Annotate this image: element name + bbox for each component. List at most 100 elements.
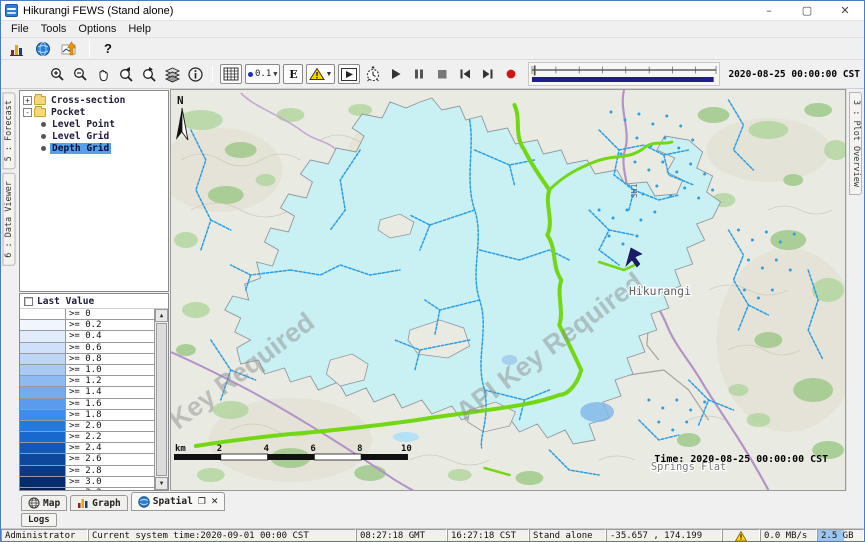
legend-row[interactable]: >= 2.2 xyxy=(20,432,154,443)
title-bar: Hikurangi FEWS (Stand alone) – ▢ ✕ xyxy=(1,1,864,21)
legend-row[interactable]: >= 1.0 xyxy=(20,365,154,376)
maximize-button[interactable]: ▢ xyxy=(788,1,826,20)
map-globe-icon[interactable] xyxy=(33,39,53,59)
help-button[interactable]: ? xyxy=(100,41,116,56)
legend-row[interactable]: >= 2.0 xyxy=(20,421,154,432)
animation-window-button[interactable] xyxy=(338,64,360,84)
legend-row[interactable]: >= 3.0 xyxy=(20,477,154,488)
tab-graph[interactable]: Graph xyxy=(70,495,128,511)
legend-class-list: >= 0 >= 0.2 >= 0.4 >= 0.6 >= 0.8 >= 1.0 … xyxy=(20,309,154,490)
zoom-in-icon[interactable] xyxy=(47,64,67,84)
scroll-down-icon[interactable]: ▼ xyxy=(155,477,168,490)
timer-icon[interactable] xyxy=(363,64,383,84)
tab-map[interactable]: Map xyxy=(21,495,67,511)
logs-button[interactable]: Logs xyxy=(21,513,57,527)
pause-button[interactable] xyxy=(409,64,429,84)
last-value-checkbox[interactable] xyxy=(24,297,33,306)
data-display-icon[interactable] xyxy=(59,39,79,59)
tree-node-level-point[interactable]: Level Point xyxy=(22,118,168,130)
legend-row[interactable]: >= 0.8 xyxy=(20,354,154,365)
legend-row[interactable]: >= 2.6 xyxy=(20,454,154,465)
close-button[interactable]: ✕ xyxy=(826,1,864,20)
tree-node-level-grid[interactable]: Level Grid xyxy=(22,130,168,142)
tab-data-viewer[interactable]: 6 : Data Viewer xyxy=(3,173,16,266)
deep-water-patch xyxy=(580,402,614,422)
svg-text:SH1: SH1 xyxy=(630,183,639,198)
zoom-next-icon[interactable] xyxy=(139,64,159,84)
info-icon[interactable] xyxy=(185,64,205,84)
time-slider-track[interactable] xyxy=(529,63,719,85)
folder-icon xyxy=(34,96,46,105)
legend-swatch xyxy=(20,343,66,353)
legend-swatch xyxy=(20,309,66,319)
svg-text:Hikurangi: Hikurangi xyxy=(629,284,691,298)
legend-row[interactable]: >= 1.2 xyxy=(20,376,154,387)
scale-ruler-button[interactable]: E xyxy=(283,64,303,84)
record-movie-button[interactable] xyxy=(501,64,521,84)
menu-options[interactable]: Options xyxy=(72,21,122,37)
scroll-up-icon[interactable]: ▲ xyxy=(155,309,168,322)
zoom-previous-icon[interactable] xyxy=(116,64,136,84)
legend-swatch xyxy=(20,488,66,490)
map-time-label: Time: 2020-08-25 00:00:00 CST xyxy=(654,453,828,465)
skip-to-start-button[interactable] xyxy=(455,64,475,84)
warning-icon xyxy=(735,531,747,542)
tab-spatial[interactable]: Spatial ❐ ✕ xyxy=(131,492,226,511)
svg-text:10: 10 xyxy=(401,444,412,454)
plots-icon[interactable] xyxy=(7,39,27,59)
legend-row[interactable]: >= 0.4 xyxy=(20,331,154,342)
node-bullet-icon xyxy=(41,146,46,151)
skip-to-end-button[interactable] xyxy=(478,64,498,84)
map-view[interactable]: API Key Required API Key Required Hikura… xyxy=(170,89,846,491)
legend-row[interactable]: >= 3.2 xyxy=(20,488,154,490)
tab-forecast[interactable]: 5 : Forecast xyxy=(3,92,16,169)
legend-row[interactable]: >= 0.2 xyxy=(20,320,154,331)
menu-tools[interactable]: Tools xyxy=(35,21,73,37)
svg-text:4: 4 xyxy=(264,444,269,454)
bottom-tab-bar: Map Graph Spatial ❐ ✕ xyxy=(1,491,864,511)
tree-node-pocket[interactable]: - Pocket xyxy=(22,106,168,118)
tab-plot-overview[interactable]: 3 : Plot Overview xyxy=(849,92,862,195)
layers-icon[interactable] xyxy=(162,64,182,84)
menu-help[interactable]: Help xyxy=(122,21,157,37)
legend-swatch xyxy=(20,331,66,341)
node-bullet-icon xyxy=(41,122,46,127)
current-time-label: 2020-08-25 00:00:00 CST xyxy=(723,69,864,80)
interval-dropdown[interactable]: 0.1 ▼ xyxy=(245,64,280,84)
zoom-out-icon[interactable] xyxy=(70,64,90,84)
expand-icon[interactable]: + xyxy=(23,96,32,105)
app-window: Hikurangi FEWS (Stand alone) – ▢ ✕ File … xyxy=(0,0,865,542)
grid-display-button[interactable] xyxy=(220,64,242,84)
legend-row[interactable]: >= 1.6 xyxy=(20,399,154,410)
legend-row[interactable]: >= 0 xyxy=(20,309,154,320)
pan-hand-icon[interactable] xyxy=(93,64,113,84)
tree-node-cross-section[interactable]: + Cross-section xyxy=(22,94,168,106)
legend-row[interactable]: >= 1.8 xyxy=(20,410,154,421)
warning-threshold-dropdown[interactable]: ▼ xyxy=(306,64,335,84)
tree-node-depth-grid[interactable]: Depth Grid xyxy=(22,142,168,154)
menu-bar: File Tools Options Help xyxy=(1,21,864,38)
legend-row[interactable]: >= 1.4 xyxy=(20,387,154,398)
time-slider-handle[interactable] xyxy=(534,66,536,76)
status-warning-cell[interactable] xyxy=(722,529,760,542)
play-button[interactable] xyxy=(386,64,406,84)
svg-text:6: 6 xyxy=(310,444,315,454)
status-gmt-time: 08:27:18 GMT xyxy=(356,529,447,542)
legend-row[interactable]: >= 2.4 xyxy=(20,443,154,454)
time-slider[interactable] xyxy=(528,62,720,86)
topology-tree: + Cross-section - Pocket Level Point Lev… xyxy=(19,90,169,292)
legend-row[interactable]: >= 2.8 xyxy=(20,466,154,477)
stop-button[interactable] xyxy=(432,64,452,84)
menu-file[interactable]: File xyxy=(5,21,35,37)
status-coordinates: -35.657 , 174.199 xyxy=(606,529,722,542)
minimize-button[interactable]: – xyxy=(750,1,788,20)
spatial-toolbar: 0.1 ▼ E ▼ xyxy=(1,60,864,89)
left-panel: + Cross-section - Pocket Level Point Lev… xyxy=(18,89,170,491)
tab-close-icon[interactable]: ✕ xyxy=(211,497,219,507)
tab-maximize-icon[interactable]: ❐ xyxy=(198,497,206,507)
legend-swatch xyxy=(20,477,66,487)
legend-scrollbar[interactable]: ▲ ▼ xyxy=(154,309,168,490)
legend-row[interactable]: >= 0.6 xyxy=(20,343,154,354)
scroll-thumb[interactable] xyxy=(156,323,167,476)
collapse-icon[interactable]: - xyxy=(23,108,32,117)
